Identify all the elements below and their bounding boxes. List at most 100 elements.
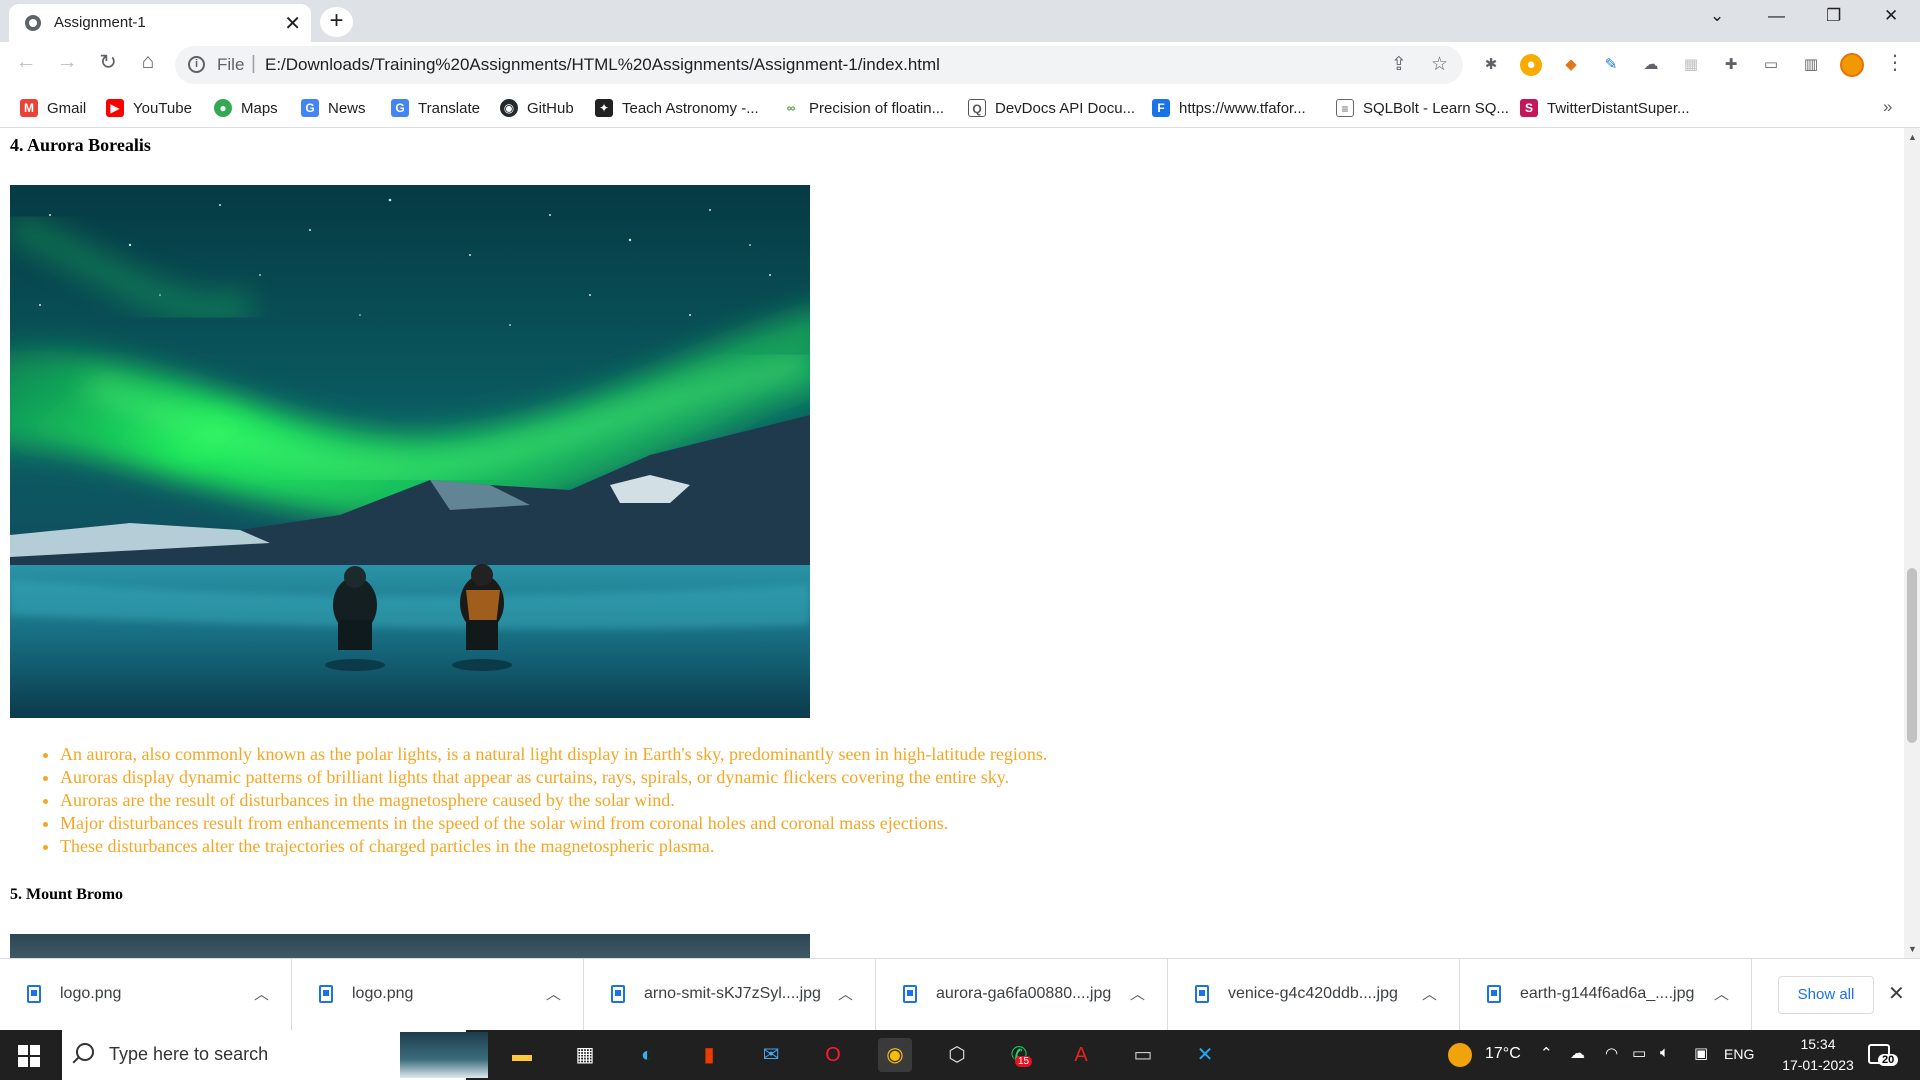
download-item[interactable]: aurora-ga6fa00880....jpg ︿ bbox=[876, 959, 1168, 1031]
close-tab-icon[interactable]: ✕ bbox=[284, 11, 301, 36]
restore-button[interactable]: ❐ bbox=[1826, 6, 1841, 26]
bookmark-maps[interactable]: ● Maps bbox=[214, 96, 278, 120]
minimize-button[interactable]: — bbox=[1768, 6, 1785, 26]
bookmark-github[interactable]: ◉ GitHub bbox=[500, 96, 574, 120]
page-scrollbar[interactable]: ▲ ▼ bbox=[1904, 128, 1920, 958]
battery-icon[interactable]: ▭ bbox=[1632, 1044, 1646, 1062]
bug-extension-icon[interactable]: ✱ bbox=[1480, 54, 1502, 76]
download-shelf: logo.png ︿ logo.png ︿ arno-smit-sKJ7zSyl..… bbox=[0, 958, 1920, 1031]
grid-extension-icon[interactable]: ▦ bbox=[1680, 54, 1702, 76]
edge-icon[interactable]: ◐ bbox=[630, 1038, 664, 1072]
acrobat-icon[interactable]: A bbox=[1064, 1038, 1098, 1072]
back-button[interactable]: ← bbox=[12, 50, 40, 74]
chrome-icon[interactable]: ◉ bbox=[878, 1038, 912, 1072]
download-item[interactable]: logo.png ︿ bbox=[292, 959, 584, 1031]
bookmark-twitter-distant[interactable]: S TwitterDistantSuper... bbox=[1520, 96, 1690, 120]
taskbar-search-box[interactable]: Type here to search bbox=[62, 1030, 488, 1080]
tab-assignment-1[interactable]: Assignment-1 ✕ bbox=[9, 4, 311, 42]
url-text[interactable]: E:/Downloads/Training%20Assignments/HTML… bbox=[265, 55, 940, 75]
bookmark-devdocs[interactable]: Q DevDocs API Docu... bbox=[968, 96, 1135, 120]
file-explorer-icon[interactable]: ▬ bbox=[505, 1038, 539, 1072]
scroll-down-arrow-icon[interactable]: ▼ bbox=[1908, 944, 1917, 954]
windows-start-icon[interactable] bbox=[18, 1045, 40, 1067]
maps-icon: ● bbox=[214, 99, 232, 117]
download-item[interactable]: logo.png ︿ bbox=[0, 959, 292, 1031]
list-item: An aurora, also commonly known as the po… bbox=[60, 743, 1047, 766]
bookmarks-bar: M Gmail ▶ YouTube ● Maps G News G Translate ◉… bbox=[0, 88, 1920, 128]
chevron-up-icon[interactable]: ︿ bbox=[1130, 983, 1145, 1004]
volume-icon[interactable]: 🔈︎ bbox=[1660, 1044, 1669, 1061]
database-icon: ≡ bbox=[1336, 99, 1354, 117]
forward-button[interactable]: → bbox=[53, 50, 81, 74]
news-icon: G bbox=[301, 99, 319, 117]
bookmark-youtube[interactable]: ▶ YouTube bbox=[106, 96, 192, 120]
terminal-icon[interactable]: ▭ bbox=[1126, 1038, 1160, 1072]
language-indicator[interactable]: ENG bbox=[1724, 1046, 1754, 1062]
vscode-icon[interactable]: ✕ bbox=[1188, 1038, 1222, 1072]
chevron-up-tray-icon[interactable]: ⌃ bbox=[1540, 1044, 1553, 1062]
scroll-up-arrow-icon[interactable]: ▲ bbox=[1908, 132, 1917, 142]
more-bookmarks-icon[interactable]: » bbox=[1883, 97, 1892, 117]
opera-icon[interactable]: O bbox=[816, 1038, 850, 1072]
profile-avatar[interactable] bbox=[1840, 53, 1864, 77]
bookmark-sqlbolt[interactable]: ≡ SQLBolt - Learn SQ... bbox=[1336, 96, 1509, 120]
site-info-icon[interactable]: i bbox=[188, 56, 205, 73]
extension-orange-icon[interactable]: ● bbox=[1520, 54, 1542, 76]
office-icon[interactable]: ▮ bbox=[692, 1038, 726, 1072]
new-tab-button[interactable]: + bbox=[320, 7, 353, 37]
chevron-up-icon[interactable]: ︿ bbox=[1714, 983, 1729, 1004]
chevron-up-icon[interactable]: ︿ bbox=[1422, 983, 1437, 1004]
weather-sun-icon[interactable] bbox=[1448, 1043, 1472, 1067]
microsoft-store-icon[interactable]: ▦ bbox=[568, 1038, 602, 1072]
download-item[interactable]: earth-g144f6ad6a_....jpg ︿ bbox=[1460, 959, 1752, 1031]
download-item[interactable]: arno-smit-sKJ7zSyl....jpg ︿ bbox=[584, 959, 876, 1031]
meet-now-icon[interactable]: ▣ bbox=[1694, 1044, 1708, 1062]
extensions-puzzle-icon[interactable]: ✚ bbox=[1720, 54, 1742, 76]
temperature[interactable]: 17°C bbox=[1485, 1045, 1521, 1063]
search-icon bbox=[76, 1043, 94, 1061]
chevron-up-icon[interactable]: ︿ bbox=[838, 983, 853, 1004]
menu-dots-icon[interactable]: ⋮ bbox=[1885, 50, 1905, 75]
address-bar[interactable]: i File | E:/Downloads/Training%20Assignm… bbox=[175, 46, 1463, 84]
file-icon bbox=[903, 985, 917, 1003]
chevron-up-icon[interactable]: ︿ bbox=[254, 983, 269, 1004]
notification-count: 20 bbox=[1878, 1054, 1899, 1066]
url-separator: | bbox=[251, 53, 256, 74]
cloud-extension-icon[interactable]: ☁ bbox=[1640, 54, 1662, 76]
virtualbox-icon[interactable]: ⬡ bbox=[940, 1038, 974, 1072]
github-icon: ◉ bbox=[500, 99, 518, 117]
bookmark-translate[interactable]: G Translate bbox=[391, 96, 480, 120]
bookmark-tfa[interactable]: Fhttps://www.tfafor... bbox=[1152, 96, 1306, 120]
bookmark-star-icon[interactable]: ☆ bbox=[1431, 53, 1448, 76]
bookmark-teach-astronomy[interactable]: ✦ Teach Astronomy -... bbox=[595, 96, 759, 120]
mail-icon[interactable]: ✉ bbox=[754, 1038, 788, 1072]
share-icon[interactable]: ⇪ bbox=[1391, 53, 1407, 76]
pen-extension-icon[interactable]: ✎ bbox=[1600, 54, 1622, 76]
windows-taskbar: Type here to search ▬ ▦ ◐ ▮ ✉ O ◉ ⬡ ✆ 15… bbox=[0, 1030, 1920, 1080]
bookmark-gmail[interactable]: M Gmail bbox=[20, 96, 86, 120]
bookmark-precision[interactable]: ∞ Precision of floatin... bbox=[782, 96, 944, 120]
close-window-button[interactable]: ✕ bbox=[1884, 6, 1898, 26]
chevron-up-icon[interactable]: ︿ bbox=[546, 983, 561, 1004]
scrollbar-thumb[interactable] bbox=[1907, 568, 1917, 743]
clock-time[interactable]: 15:34 bbox=[1788, 1036, 1848, 1052]
reload-button[interactable]: ↻ bbox=[94, 50, 122, 75]
tab-search-icon[interactable]: ⌄ bbox=[1710, 6, 1724, 26]
file-icon bbox=[611, 985, 625, 1003]
close-shelf-icon[interactable]: ✕ bbox=[1888, 981, 1905, 1006]
home-button[interactable]: ⌂ bbox=[134, 50, 162, 74]
metamask-icon[interactable]: ◆ bbox=[1560, 54, 1582, 76]
search-highlight-image bbox=[400, 1032, 488, 1078]
show-all-button[interactable]: Show all bbox=[1778, 976, 1874, 1014]
cast-icon[interactable]: ▭ bbox=[1760, 54, 1782, 76]
aurora-image bbox=[10, 185, 810, 718]
side-panel-icon[interactable]: ▥ bbox=[1800, 54, 1822, 76]
download-item[interactable]: venice-g4c420ddb....jpg ︿ bbox=[1168, 959, 1460, 1031]
tfa-icon: F bbox=[1152, 99, 1170, 117]
list-item: Auroras are the result of disturbances i… bbox=[60, 789, 1047, 812]
wifi-icon[interactable]: ◠ bbox=[1605, 1044, 1618, 1062]
clock-date[interactable]: 17-01-2023 bbox=[1770, 1057, 1866, 1073]
youtube-icon: ▶ bbox=[106, 99, 124, 117]
bookmark-news[interactable]: G News bbox=[301, 96, 366, 120]
onedrive-cloud-icon[interactable]: ☁ bbox=[1570, 1044, 1585, 1062]
